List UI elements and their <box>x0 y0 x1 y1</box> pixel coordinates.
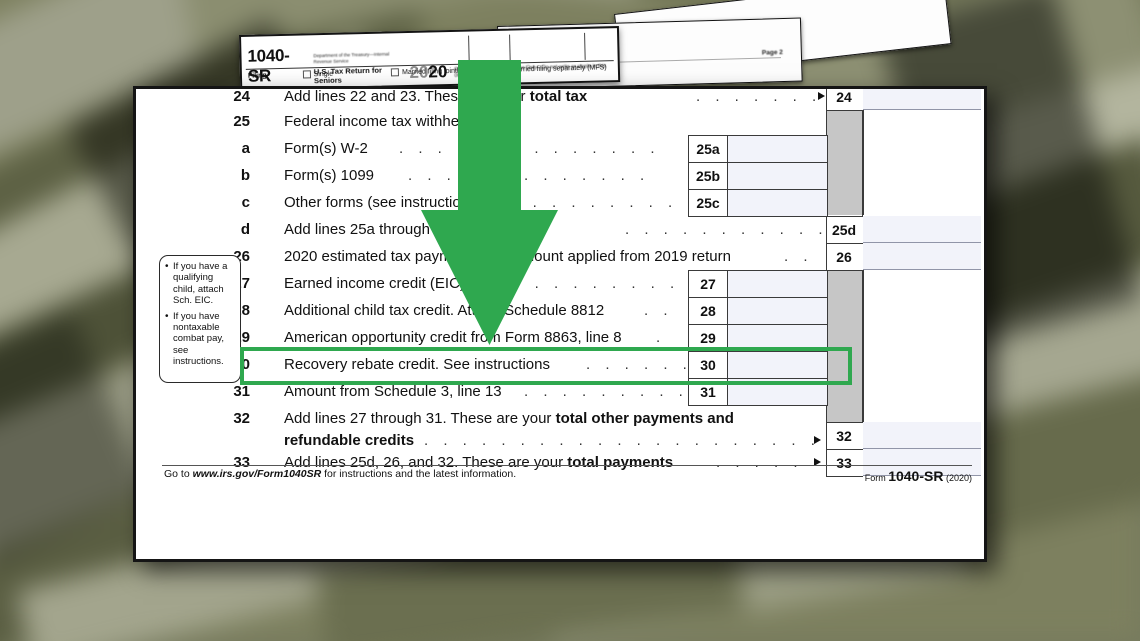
line-25d-amount-box[interactable]: 25d <box>826 216 863 244</box>
line-25a-number: a <box>241 140 250 157</box>
line-32-number: 32 <box>233 410 250 427</box>
eic-note-item-1: If you have a qualifying child, attach S… <box>165 261 236 307</box>
line-33-box-label: 33 <box>836 455 852 471</box>
line-24-arrow-icon <box>818 92 825 100</box>
line-25a-description: Form(s) W-2 <box>284 140 368 157</box>
line-26-box-label: 26 <box>836 249 852 265</box>
line-25c-number: c <box>241 194 250 211</box>
arrow-shape <box>421 60 558 345</box>
line-27-amount-box[interactable]: 27 <box>688 270 828 298</box>
line-25b-number: b <box>240 167 250 184</box>
line-28-leader: . . <box>644 302 674 319</box>
green-down-arrow-icon <box>400 60 580 350</box>
masthead-status-single: Single <box>313 70 334 78</box>
line-25-number: 25 <box>233 113 250 130</box>
line-25d-box-label: 25d <box>831 222 857 238</box>
line-32-description-cont: refundable credits <box>284 432 414 449</box>
line-32-box-label: 32 <box>836 428 852 444</box>
line-27-box-label: 27 <box>689 271 728 297</box>
footer-form-label: Form 1040-SR (2020) <box>865 468 972 484</box>
line-32-cont-bold: refundable credits <box>284 432 415 449</box>
footer-form-number: 1040-SR <box>888 468 944 484</box>
eic-note-list: If you have a qualifying child, attach S… <box>165 261 236 368</box>
line-25c-amount-box[interactable]: 25c <box>688 189 828 217</box>
line-25d-leader: . . . . . . . . . . . <box>625 221 829 238</box>
line-24-amount-field[interactable] <box>863 89 981 110</box>
footer-form-year: (2020) <box>943 473 972 483</box>
line-32-desc-bold: total other payments and <box>555 410 734 427</box>
line-31-description: Amount from Schedule 3, line 13 <box>284 383 502 400</box>
line-32-leader: . . . . . . . . . . . . . . . . . . . . … <box>424 432 821 449</box>
line-32-arrow-icon <box>814 436 821 444</box>
line-25d-number: d <box>240 221 250 238</box>
line-25a-box-label: 25a <box>689 136 728 162</box>
arrow-svg <box>421 60 558 345</box>
line-32-amount-box[interactable]: 32 <box>826 422 863 450</box>
line-32-description: Add lines 27 through 31. These are your … <box>284 410 734 427</box>
line-25d-amount-field[interactable] <box>863 216 981 243</box>
footer-divider <box>162 465 972 466</box>
line-25b-description: Form(s) 1099 <box>284 167 375 184</box>
footer-url-link[interactable]: www.irs.gov/Form1040SR <box>193 468 322 480</box>
footer-goto-pre: Go to <box>164 468 193 480</box>
line-26-amount-box[interactable]: 26 <box>826 243 863 271</box>
line-28-amount-box[interactable]: 28 <box>688 297 828 325</box>
line-33-leader: . . . . . <box>716 454 804 471</box>
masthead-form-number: 1040-SR <box>247 45 290 86</box>
line-33-amount-box[interactable]: 33 <box>826 449 863 477</box>
footer-goto-post: for instructions and the latest informat… <box>321 468 517 480</box>
checkbox-mfj-icon[interactable] <box>390 68 400 77</box>
line-32-amount-field[interactable] <box>863 422 981 449</box>
line-31-leader: . . . . . . . . . <box>524 383 689 400</box>
line-25c-box-label: 25c <box>689 190 728 216</box>
line-28-box-label: 28 <box>689 298 728 324</box>
line-31-number: 31 <box>233 383 250 400</box>
line-26-amount-field[interactable] <box>863 243 981 270</box>
line-33-desc-bold: total payments <box>567 454 674 471</box>
line-25b-box-label: 25b <box>689 163 728 189</box>
eic-note-item-2: If you have nontaxable combat pay, see i… <box>165 311 236 368</box>
line-25a-amount-box[interactable]: 25a <box>688 135 828 163</box>
eic-note-box: If you have a qualifying child, attach S… <box>159 255 241 383</box>
line-29-leader: . <box>656 329 666 346</box>
line-24-number: 24 <box>233 88 250 105</box>
checkbox-single-icon[interactable] <box>302 70 311 79</box>
masthead-filing-label: Filing <box>247 71 267 80</box>
line-24-box-label: 24 <box>836 89 852 105</box>
line-32-desc-pre: Add lines 27 through 31. These are your <box>284 410 556 427</box>
footer-form-word: Form <box>864 473 889 483</box>
masthead-department: Department of the Treasury—Internal Reve… <box>313 51 390 65</box>
footer-goto-text: Go to www.irs.gov/Form1040SR for instruc… <box>164 468 516 480</box>
page-number-label: Page 2 <box>761 49 783 57</box>
line-30-highlight-box <box>240 347 852 385</box>
line-26-leader: . . <box>784 248 814 265</box>
line-25b-amount-box[interactable]: 25b <box>688 162 828 190</box>
